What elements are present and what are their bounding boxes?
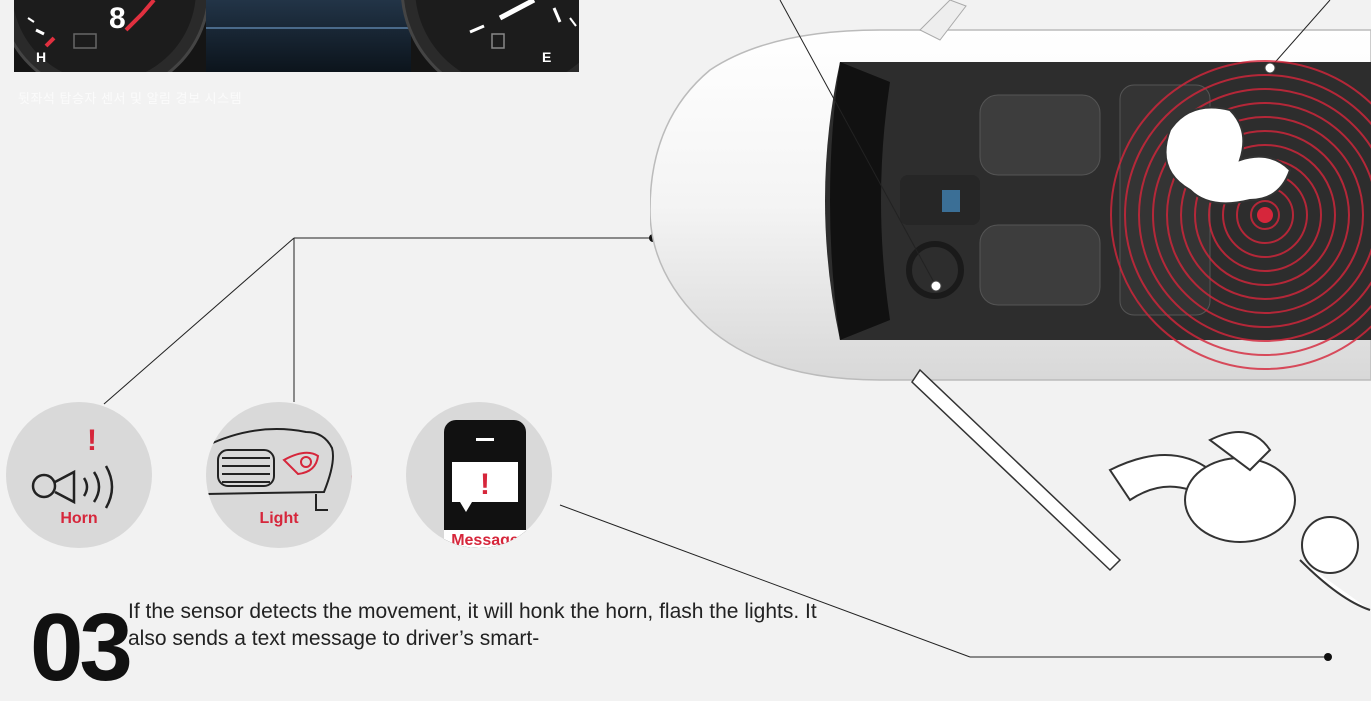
light-alert-circle: ! Light — [206, 402, 352, 548]
driver-seat — [979, 224, 1101, 306]
horn-alert-mark: ! — [87, 424, 97, 457]
front-passenger-seat — [979, 94, 1101, 176]
open-door — [911, 368, 1122, 572]
person-walking — [1108, 431, 1371, 611]
step-description: If the sensor detects the movement, it w… — [128, 600, 817, 650]
light-label: Light — [259, 510, 299, 527]
light-alert-mark: ! — [349, 470, 352, 503]
horn-label: Horn — [60, 510, 98, 527]
message-alert-mark: ! — [480, 468, 490, 501]
message-label: Message — [444, 530, 526, 548]
headlight-car-icon — [206, 428, 334, 511]
horn-icon — [31, 465, 114, 509]
horn-alert-circle: ! Horn — [6, 402, 152, 548]
message-alert-circle: ! Message — [406, 402, 552, 548]
car-top-view-illustration — [650, 0, 1371, 611]
sensor-point-rear — [1264, 62, 1276, 74]
step-number: 03 — [30, 594, 133, 701]
sensor-point-front — [930, 280, 942, 292]
